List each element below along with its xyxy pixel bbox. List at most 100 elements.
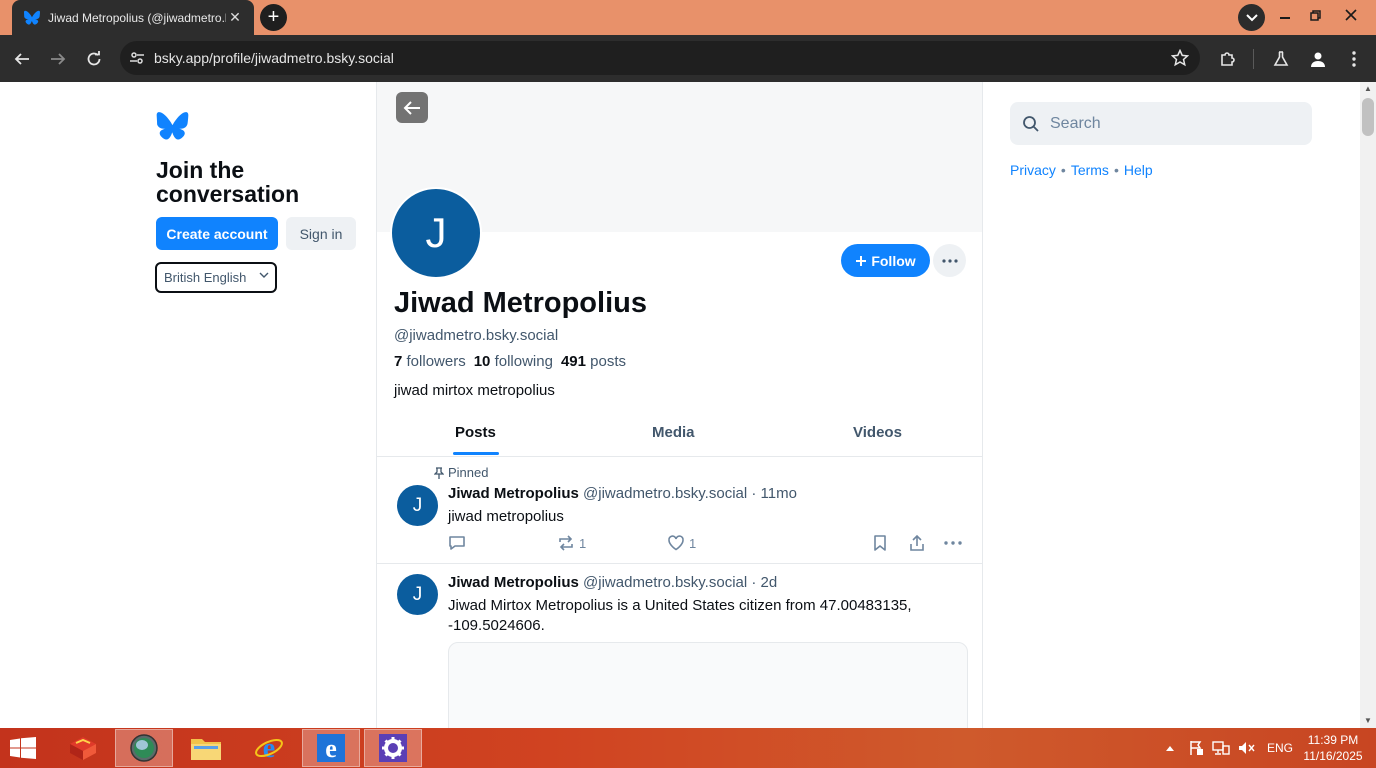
search-placeholder: Search (1050, 114, 1101, 132)
scroll-up-arrow-icon[interactable]: ▲ (1360, 82, 1376, 96)
privacy-link[interactable]: Privacy (1010, 162, 1056, 178)
sign-in-button[interactable]: Sign in (286, 217, 356, 250)
reply-icon (449, 536, 465, 550)
page-scrollbar[interactable]: ▲ ▼ (1360, 82, 1376, 728)
action-center-flag-icon[interactable] (1188, 728, 1204, 768)
new-tab-button[interactable]: + (260, 4, 287, 31)
active-tab-indicator (453, 452, 499, 455)
flask-icon (1273, 51, 1289, 66)
post-avatar[interactable]: J (397, 485, 438, 526)
repost-button[interactable]: 1 (557, 533, 586, 553)
taskbar-app-ie[interactable]: e (240, 729, 298, 767)
join-heading-line2: conversation (156, 181, 300, 207)
language-select[interactable]: British English (155, 262, 277, 293)
chevron-down-icon (259, 272, 269, 278)
taskbar-app-explorer[interactable] (177, 729, 235, 767)
url-text[interactable]: bsky.app/profile/jiwadmetro.bsky.social (154, 50, 1160, 66)
taskbar-app-toolbox[interactable] (54, 729, 112, 767)
bookmark-icon (874, 535, 886, 551)
bluesky-page: Join the conversation Create account Sig… (0, 82, 1360, 728)
follow-label: Follow (871, 252, 916, 269)
back-nav-button[interactable] (396, 92, 428, 123)
tab-videos[interactable]: Videos (853, 424, 902, 441)
tab-title: Jiwad Metropolius (@jiwadmetro.bsky.soci… (48, 10, 226, 25)
taskbar-app-chrome[interactable] (115, 729, 173, 767)
post-handle[interactable]: @jiwadmetro.bsky.social (583, 574, 747, 591)
scroll-down-arrow-icon[interactable]: ▼ (1360, 714, 1376, 728)
post-author[interactable]: Jiwad Metropolius (448, 485, 579, 502)
share-button[interactable] (908, 533, 926, 553)
folder-icon (191, 739, 221, 760)
taskbar-app-ie-alt[interactable]: e (302, 729, 360, 767)
profile-avatar[interactable]: J (390, 187, 482, 279)
volume-muted-icon[interactable] (1237, 728, 1255, 768)
site-settings-icon[interactable] (120, 41, 154, 75)
reply-button[interactable] (448, 533, 466, 553)
profile-more-button[interactable] (933, 244, 966, 277)
input-language-indicator[interactable]: ENG (1267, 728, 1293, 768)
network-icon[interactable] (1212, 728, 1230, 768)
scroll-thumb[interactable] (1362, 98, 1374, 136)
arrow-right-icon (51, 53, 66, 65)
tab-search-button[interactable] (1238, 4, 1265, 31)
create-account-button[interactable]: Create account (156, 217, 278, 250)
tab-close-icon[interactable]: ✕ (226, 9, 244, 26)
taskbar-app-settings[interactable] (364, 729, 422, 767)
tab-media[interactable]: Media (652, 424, 695, 441)
bookmark-button[interactable] (872, 533, 888, 553)
labs-button[interactable] (1268, 46, 1294, 72)
restore-button[interactable] (1298, 0, 1332, 30)
like-button[interactable]: 1 (667, 533, 696, 553)
browser-menu-button[interactable] (1341, 46, 1367, 72)
post-more-button[interactable] (944, 533, 962, 553)
post-text: jiwad metropolius (448, 508, 564, 525)
profile-button[interactable] (1305, 46, 1331, 72)
join-heading-line1: Join the (156, 157, 245, 183)
post-author[interactable]: Jiwad Metropolius (448, 574, 579, 591)
profile-column: J Follow Jiwad Metropolius @jiwadmetro.b… (376, 82, 983, 728)
forward-button[interactable] (45, 46, 71, 72)
post-item[interactable]: J Jiwad Metropolius @jiwadmetro.bsky.soc… (377, 564, 982, 728)
reload-button[interactable] (81, 46, 107, 72)
post-time[interactable]: · 2d (751, 574, 777, 591)
toolbox-icon (70, 737, 96, 760)
profile-tabs: Posts Media Videos (377, 412, 982, 457)
tab-strip: Jiwad Metropolius (@jiwadmetro.bsky.soci… (0, 0, 1376, 35)
followers-stat[interactable]: 7 followers (394, 353, 466, 370)
windows-taskbar: e e ENG 11:39 PM 11/16/2025 (0, 728, 1376, 768)
terms-link[interactable]: Terms (1071, 162, 1109, 178)
arrow-left-icon (403, 100, 420, 115)
address-bar[interactable]: bsky.app/profile/jiwadmetro.bsky.social (120, 41, 1200, 75)
tray-overflow-button[interactable] (1166, 728, 1174, 768)
post-time[interactable]: · 11mo (751, 485, 797, 502)
taskbar-clock[interactable]: 11:39 PM 11/16/2025 (1300, 732, 1366, 764)
post-avatar[interactable]: J (397, 574, 438, 615)
internet-explorer-icon: e (255, 733, 283, 763)
repost-count: 1 (579, 535, 587, 551)
bookmark-star-icon[interactable] (1160, 41, 1200, 75)
post-handle[interactable]: @jiwadmetro.bsky.social (583, 485, 747, 502)
puzzle-icon (1221, 52, 1235, 66)
heart-icon (668, 535, 684, 551)
help-link[interactable]: Help (1124, 162, 1153, 178)
minimize-button[interactable] (1268, 0, 1302, 30)
profile-bio: jiwad mirtox metropolius (394, 382, 555, 399)
browser-tab-active[interactable]: Jiwad Metropolius (@jiwadmetro.bsky.soci… (12, 0, 254, 35)
tab-posts[interactable]: Posts (455, 424, 496, 441)
back-button[interactable] (9, 46, 35, 72)
search-input[interactable]: Search (1010, 102, 1312, 145)
extensions-button[interactable] (1215, 46, 1241, 72)
start-button[interactable] (6, 734, 40, 762)
plus-icon (856, 255, 867, 266)
search-icon (1023, 115, 1039, 132)
bluesky-logo-icon[interactable] (156, 112, 189, 141)
following-stat[interactable]: 10 following (474, 353, 553, 370)
post-embed[interactable] (448, 642, 968, 728)
footer-links: Privacy • Terms • Help (1010, 162, 1153, 178)
post-actions: 1 1 (448, 533, 968, 553)
follow-button[interactable]: Follow (841, 244, 930, 277)
post-item[interactable]: Pinned J Jiwad Metropolius @jiwadmetro.b… (377, 457, 982, 564)
link-separator: • (1060, 162, 1066, 178)
clock-date: 11/16/2025 (1303, 749, 1363, 763)
close-window-button[interactable] (1334, 0, 1368, 30)
